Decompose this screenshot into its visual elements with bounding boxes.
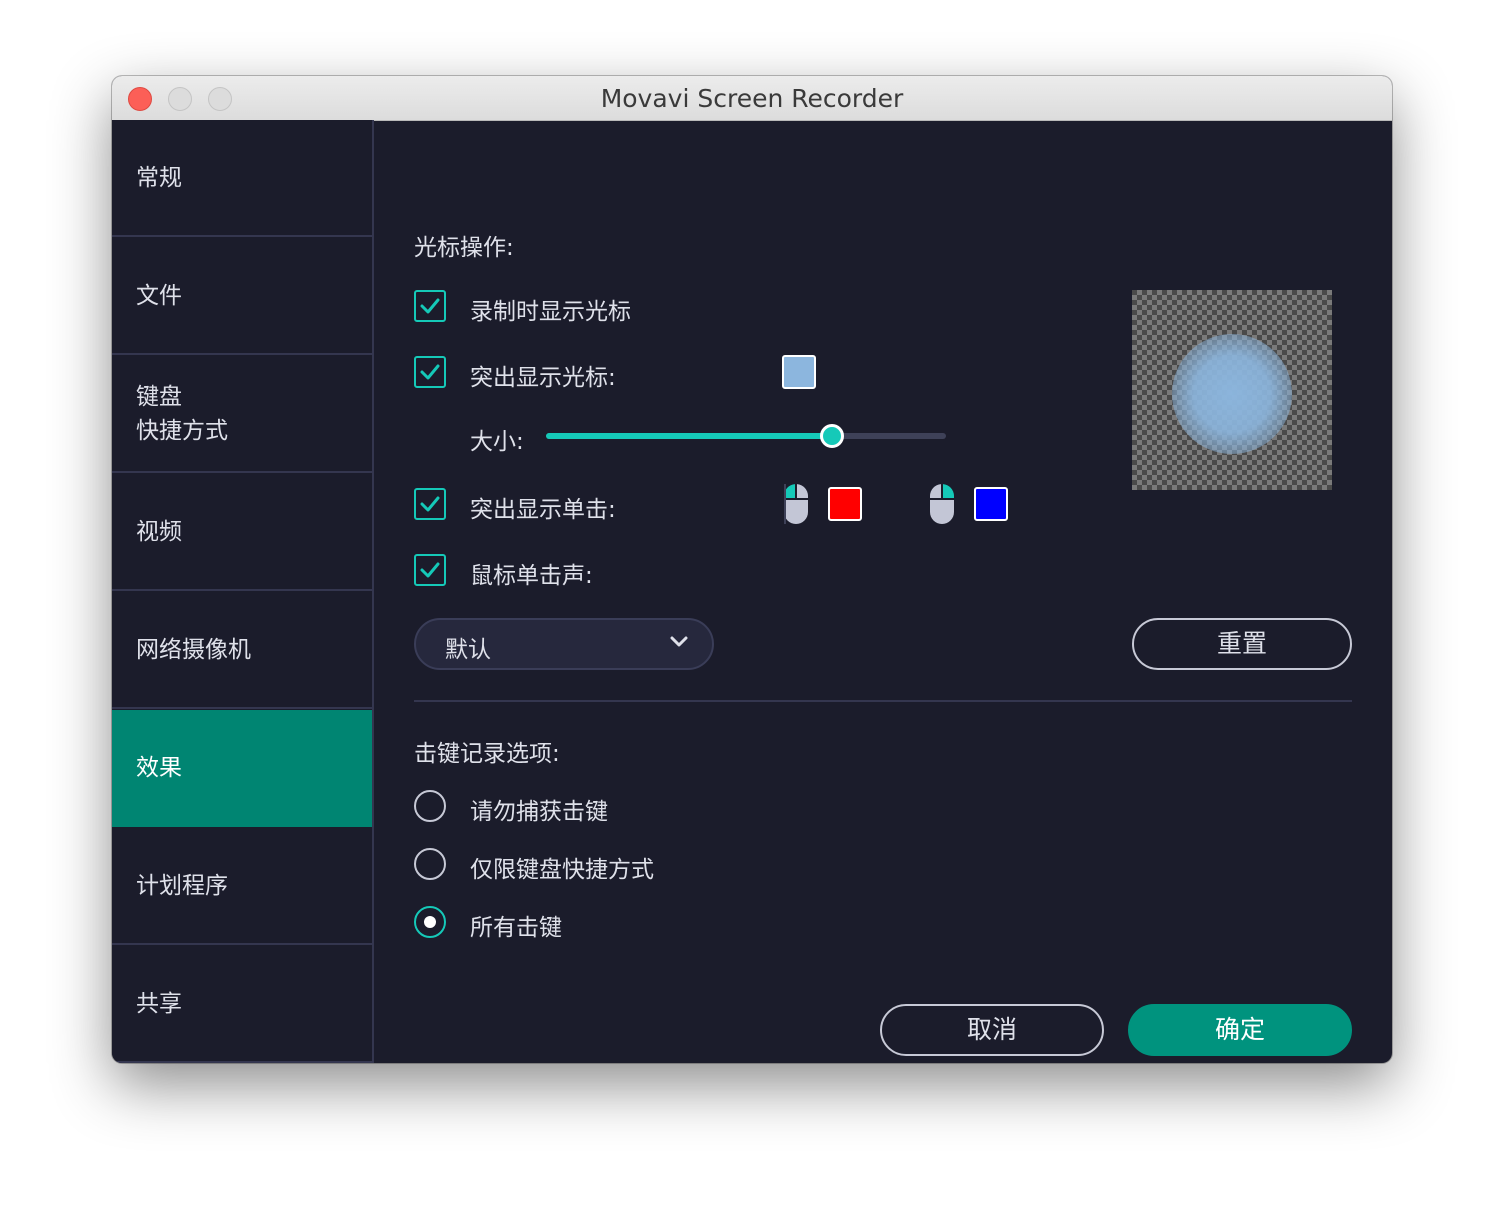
- sidebar-item-files[interactable]: 文件: [112, 238, 372, 355]
- show-cursor-checkbox[interactable]: [414, 290, 446, 322]
- effects-panel: 光标操作: 录制时显示光标 突出显示光标: 大小: 突出显示单击: 鼠标单击声:…: [374, 120, 1392, 1063]
- sidebar-item-webcam[interactable]: 网络摄像机: [112, 592, 372, 709]
- cancel-button[interactable]: 取消: [880, 1004, 1104, 1056]
- highlight-clicks-checkbox[interactable]: [414, 488, 446, 520]
- reset-button[interactable]: 重置: [1132, 618, 1352, 670]
- window-title: Movavi Screen Recorder: [600, 84, 904, 113]
- left-click-mouse-icon: [784, 484, 808, 524]
- radio-shortcuts-only-label: 仅限键盘快捷方式: [470, 857, 654, 883]
- size-slider-handle[interactable]: [820, 424, 844, 448]
- highlight-cursor-checkbox[interactable]: [414, 356, 446, 388]
- sidebar-item-keyboard-shortcuts[interactable]: 键盘 快捷方式: [112, 356, 372, 473]
- click-sound-label: 鼠标单击声:: [470, 563, 593, 589]
- click-sound-dropdown[interactable]: 默认: [414, 618, 714, 670]
- right-click-color-swatch[interactable]: [974, 487, 1008, 521]
- ok-button[interactable]: 确定: [1128, 1004, 1352, 1056]
- click-sound-dropdown-value: 默认: [445, 637, 491, 663]
- checkmark-icon: [420, 364, 440, 380]
- radio-all-keystrokes[interactable]: [414, 906, 446, 938]
- settings-sidebar: 常规 文件 键盘 快捷方式 视频 网络摄像机 效果 计划程序 共享: [112, 120, 374, 1063]
- checkmark-icon: [420, 562, 440, 578]
- sidebar-item-sharing[interactable]: 共享: [112, 946, 372, 1063]
- cursor-highlight-preview: [1132, 290, 1332, 490]
- sidebar-item-video[interactable]: 视频: [112, 474, 372, 591]
- click-colors-divider: [784, 484, 786, 524]
- settings-window: Movavi Screen Recorder 常规 文件 键盘 快捷方式 视频 …: [112, 76, 1392, 1063]
- cursor-highlight-glow: [1172, 334, 1292, 454]
- highlight-clicks-label: 突出显示单击:: [470, 497, 616, 523]
- click-sound-checkbox[interactable]: [414, 554, 446, 586]
- radio-no-keystrokes[interactable]: [414, 790, 446, 822]
- radio-shortcuts-only[interactable]: [414, 848, 446, 880]
- size-label: 大小:: [470, 429, 524, 455]
- radio-no-keystrokes-label: 请勿捕获击键: [470, 799, 608, 825]
- cursor-highlight-color-swatch[interactable]: [782, 355, 816, 389]
- radio-all-keystrokes-label: 所有击键: [470, 915, 562, 941]
- left-click-color-swatch[interactable]: [828, 487, 862, 521]
- size-slider-fill: [546, 433, 832, 439]
- section-divider: [414, 700, 1352, 702]
- sidebar-item-effects[interactable]: 效果: [112, 710, 372, 827]
- sidebar-item-general[interactable]: 常规: [112, 120, 372, 237]
- cursor-section-heading: 光标操作:: [414, 235, 514, 261]
- title-bar[interactable]: Movavi Screen Recorder: [112, 76, 1392, 121]
- radio-selected-dot: [424, 916, 436, 928]
- sidebar-item-scheduler[interactable]: 计划程序: [112, 828, 372, 945]
- highlight-cursor-label: 突出显示光标:: [470, 365, 616, 391]
- size-slider[interactable]: [546, 424, 946, 448]
- show-cursor-label: 录制时显示光标: [470, 299, 631, 325]
- keystroke-section-heading: 击键记录选项:: [414, 741, 560, 767]
- right-click-mouse-icon: [930, 484, 954, 524]
- checkmark-icon: [420, 496, 440, 512]
- checkmark-icon: [420, 298, 440, 314]
- chevron-down-icon: [670, 636, 688, 647]
